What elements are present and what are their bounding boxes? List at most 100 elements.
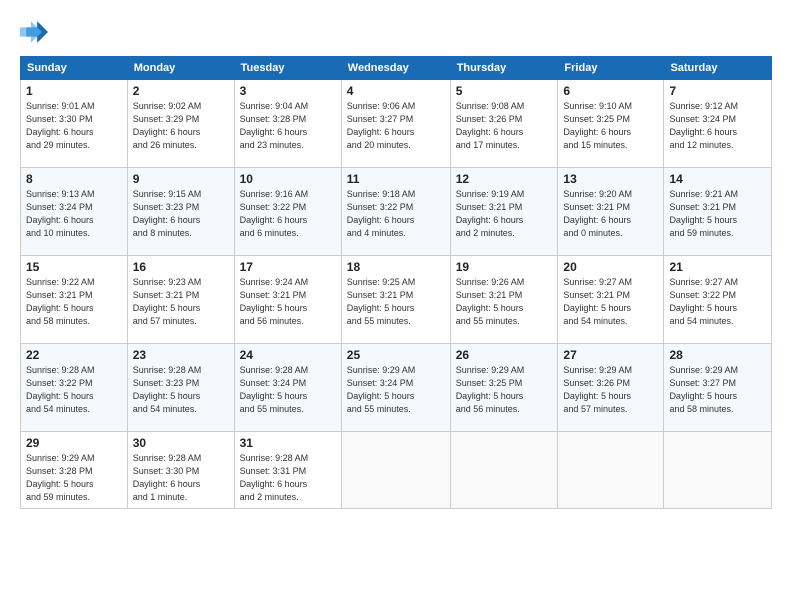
day-number: 13 <box>563 172 658 186</box>
calendar-cell: 1 Sunrise: 9:01 AM Sunset: 3:30 PM Daylig… <box>21 80 128 168</box>
calendar-cell: 4 Sunrise: 9:06 AM Sunset: 3:27 PM Daylig… <box>341 80 450 168</box>
day-number: 24 <box>240 348 336 362</box>
calendar-cell: 30Sunrise: 9:28 AM Sunset: 3:30 PM Dayli… <box>127 432 234 509</box>
day-info: Sunrise: 9:13 AM Sunset: 3:24 PM Dayligh… <box>26 188 122 240</box>
day-number: 10 <box>240 172 336 186</box>
day-number: 12 <box>456 172 553 186</box>
calendar-cell: 17 Sunrise: 9:24 AM Sunset: 3:21 PM Dayli… <box>234 256 341 344</box>
calendar-cell: 6 Sunrise: 9:10 AM Sunset: 3:25 PM Daylig… <box>558 80 664 168</box>
day-info: Sunrise: 9:29 AM Sunset: 3:24 PM Dayligh… <box>347 364 445 416</box>
day-info: Sunrise: 9:26 AM Sunset: 3:21 PM Dayligh… <box>456 276 553 328</box>
day-number: 31 <box>240 436 336 450</box>
day-info: Sunrise: 9:21 AM Sunset: 3:21 PM Dayligh… <box>669 188 766 240</box>
calendar-cell: 9 Sunrise: 9:15 AM Sunset: 3:23 PM Daylig… <box>127 168 234 256</box>
day-number: 3 <box>240 84 336 98</box>
day-info: Sunrise: 9:19 AM Sunset: 3:21 PM Dayligh… <box>456 188 553 240</box>
day-info: Sunrise: 9:06 AM Sunset: 3:27 PM Dayligh… <box>347 100 445 152</box>
week-row-4: 29 Sunrise: 9:29 AM Sunset: 3:28 PM Dayli… <box>21 432 772 509</box>
day-info: Sunrise: 9:28 AM Sunset: 3:24 PM Dayligh… <box>240 364 336 416</box>
page: SundayMondayTuesdayWednesdayThursdayFrid… <box>0 0 792 612</box>
day-info: Sunrise: 9:28 AM Sunset: 3:31 PM Dayligh… <box>240 452 336 504</box>
day-info: Sunrise: 9:25 AM Sunset: 3:21 PM Dayligh… <box>347 276 445 328</box>
day-number: 17 <box>240 260 336 274</box>
day-info: Sunrise: 9:22 AM Sunset: 3:21 PM Dayligh… <box>26 276 122 328</box>
day-info: Sunrise: 9:27 AM Sunset: 3:21 PM Dayligh… <box>563 276 658 328</box>
day-number: 22 <box>26 348 122 362</box>
day-info: Sunrise: 9:16 AM Sunset: 3:22 PM Dayligh… <box>240 188 336 240</box>
col-header-saturday: Saturday <box>664 57 772 80</box>
calendar-cell <box>341 432 450 509</box>
day-number: 14 <box>669 172 766 186</box>
day-info: Sunrise: 9:01 AM Sunset: 3:30 PM Dayligh… <box>26 100 122 152</box>
day-info: Sunrise: 9:29 AM Sunset: 3:25 PM Dayligh… <box>456 364 553 416</box>
calendar-cell: 22Sunrise: 9:28 AM Sunset: 3:22 PM Dayli… <box>21 344 128 432</box>
day-info: Sunrise: 9:08 AM Sunset: 3:26 PM Dayligh… <box>456 100 553 152</box>
calendar-cell: 14 Sunrise: 9:21 AM Sunset: 3:21 PM Dayli… <box>664 168 772 256</box>
col-header-sunday: Sunday <box>21 57 128 80</box>
calendar-cell: 10 Sunrise: 9:16 AM Sunset: 3:22 PM Dayli… <box>234 168 341 256</box>
day-number: 4 <box>347 84 445 98</box>
col-header-tuesday: Tuesday <box>234 57 341 80</box>
day-number: 1 <box>26 84 122 98</box>
col-header-friday: Friday <box>558 57 664 80</box>
day-info: Sunrise: 9:24 AM Sunset: 3:21 PM Dayligh… <box>240 276 336 328</box>
day-info: Sunrise: 9:28 AM Sunset: 3:23 PM Dayligh… <box>133 364 229 416</box>
calendar-cell: 26Sunrise: 9:29 AM Sunset: 3:25 PM Dayli… <box>450 344 558 432</box>
calendar-cell: 3Sunrise: 9:04 AM Sunset: 3:28 PM Daylig… <box>234 80 341 168</box>
calendar-cell: 11Sunrise: 9:18 AM Sunset: 3:22 PM Dayli… <box>341 168 450 256</box>
calendar-cell: 20 Sunrise: 9:27 AM Sunset: 3:21 PM Dayli… <box>558 256 664 344</box>
day-number: 23 <box>133 348 229 362</box>
calendar-cell: 24 Sunrise: 9:28 AM Sunset: 3:24 PM Dayli… <box>234 344 341 432</box>
day-number: 8 <box>26 172 122 186</box>
day-number: 28 <box>669 348 766 362</box>
day-number: 29 <box>26 436 122 450</box>
day-number: 5 <box>456 84 553 98</box>
calendar-cell: 27 Sunrise: 9:29 AM Sunset: 3:26 PM Dayli… <box>558 344 664 432</box>
calendar-cell: 7Sunrise: 9:12 AM Sunset: 3:24 PM Daylig… <box>664 80 772 168</box>
day-number: 19 <box>456 260 553 274</box>
logo <box>20 18 52 46</box>
col-header-monday: Monday <box>127 57 234 80</box>
day-info: Sunrise: 9:18 AM Sunset: 3:22 PM Dayligh… <box>347 188 445 240</box>
day-info: Sunrise: 9:20 AM Sunset: 3:21 PM Dayligh… <box>563 188 658 240</box>
week-row-0: 1 Sunrise: 9:01 AM Sunset: 3:30 PM Daylig… <box>21 80 772 168</box>
col-header-thursday: Thursday <box>450 57 558 80</box>
calendar-table: SundayMondayTuesdayWednesdayThursdayFrid… <box>20 56 772 509</box>
day-info: Sunrise: 9:29 AM Sunset: 3:28 PM Dayligh… <box>26 452 122 504</box>
day-info: Sunrise: 9:27 AM Sunset: 3:22 PM Dayligh… <box>669 276 766 328</box>
calendar-cell: 13 Sunrise: 9:20 AM Sunset: 3:21 PM Dayli… <box>558 168 664 256</box>
calendar-cell: 8 Sunrise: 9:13 AM Sunset: 3:24 PM Daylig… <box>21 168 128 256</box>
day-number: 18 <box>347 260 445 274</box>
calendar-cell: 25Sunrise: 9:29 AM Sunset: 3:24 PM Dayli… <box>341 344 450 432</box>
calendar-cell: 15 Sunrise: 9:22 AM Sunset: 3:21 PM Dayli… <box>21 256 128 344</box>
week-row-2: 15 Sunrise: 9:22 AM Sunset: 3:21 PM Dayli… <box>21 256 772 344</box>
calendar-cell: 19 Sunrise: 9:26 AM Sunset: 3:21 PM Dayli… <box>450 256 558 344</box>
day-number: 7 <box>669 84 766 98</box>
calendar-cell: 28 Sunrise: 9:29 AM Sunset: 3:27 PM Dayli… <box>664 344 772 432</box>
week-row-1: 8 Sunrise: 9:13 AM Sunset: 3:24 PM Daylig… <box>21 168 772 256</box>
day-number: 21 <box>669 260 766 274</box>
day-info: Sunrise: 9:02 AM Sunset: 3:29 PM Dayligh… <box>133 100 229 152</box>
calendar-cell: 5 Sunrise: 9:08 AM Sunset: 3:26 PM Daylig… <box>450 80 558 168</box>
day-number: 27 <box>563 348 658 362</box>
calendar-cell <box>664 432 772 509</box>
col-header-wednesday: Wednesday <box>341 57 450 80</box>
day-number: 16 <box>133 260 229 274</box>
calendar-cell: 31 Sunrise: 9:28 AM Sunset: 3:31 PM Dayli… <box>234 432 341 509</box>
day-number: 20 <box>563 260 658 274</box>
day-number: 15 <box>26 260 122 274</box>
day-info: Sunrise: 9:15 AM Sunset: 3:23 PM Dayligh… <box>133 188 229 240</box>
calendar-cell: 2Sunrise: 9:02 AM Sunset: 3:29 PM Daylig… <box>127 80 234 168</box>
calendar-cell: 18 Sunrise: 9:25 AM Sunset: 3:21 PM Dayli… <box>341 256 450 344</box>
day-number: 9 <box>133 172 229 186</box>
day-number: 6 <box>563 84 658 98</box>
day-info: Sunrise: 9:29 AM Sunset: 3:26 PM Dayligh… <box>563 364 658 416</box>
calendar-cell: 12 Sunrise: 9:19 AM Sunset: 3:21 PM Dayli… <box>450 168 558 256</box>
day-info: Sunrise: 9:29 AM Sunset: 3:27 PM Dayligh… <box>669 364 766 416</box>
day-info: Sunrise: 9:10 AM Sunset: 3:25 PM Dayligh… <box>563 100 658 152</box>
week-row-3: 22Sunrise: 9:28 AM Sunset: 3:22 PM Dayli… <box>21 344 772 432</box>
day-info: Sunrise: 9:23 AM Sunset: 3:21 PM Dayligh… <box>133 276 229 328</box>
day-number: 30 <box>133 436 229 450</box>
calendar-cell: 23 Sunrise: 9:28 AM Sunset: 3:23 PM Dayli… <box>127 344 234 432</box>
calendar-cell <box>558 432 664 509</box>
